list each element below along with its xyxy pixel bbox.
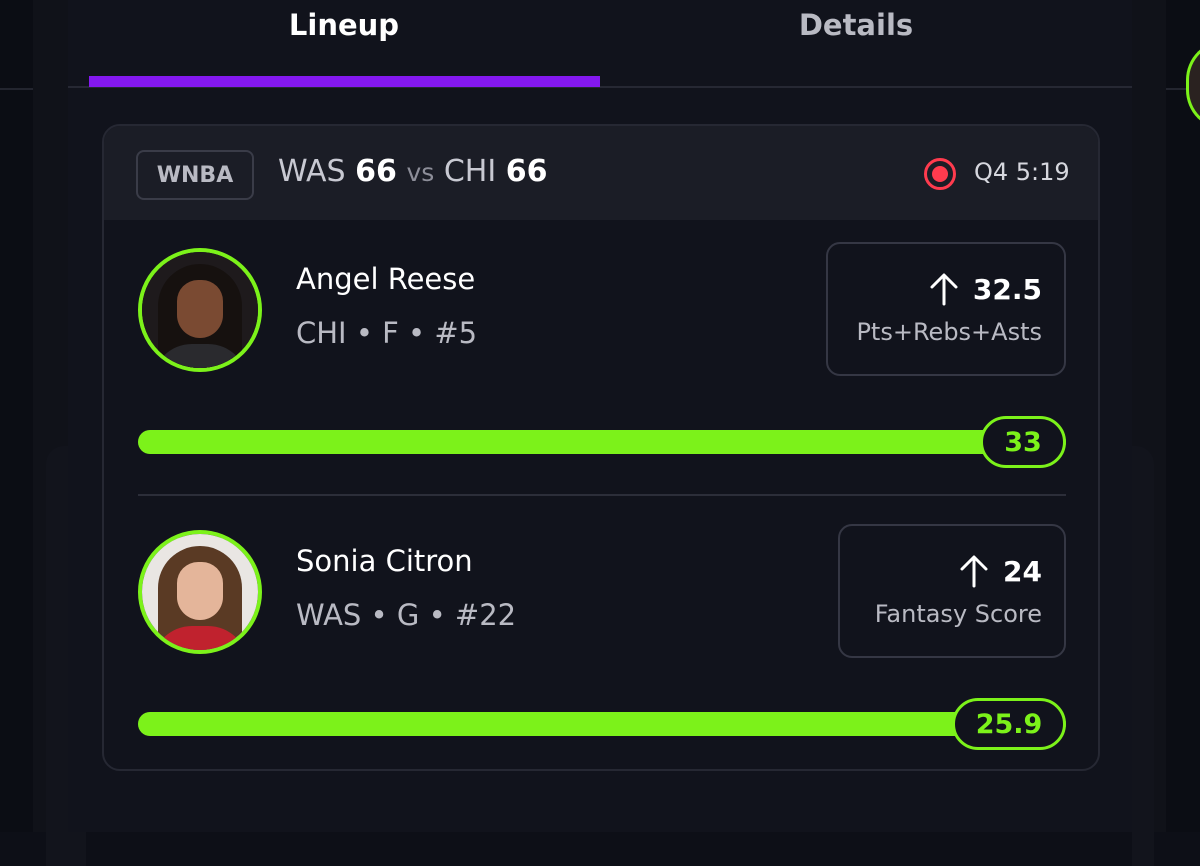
background-card-right — [1132, 446, 1154, 866]
player-row[interactable]: Sonia Citron WAS • G • #22 24 Fantasy Sc… — [104, 502, 1098, 769]
background-divider-left — [0, 88, 33, 90]
lineup-sheet: Lineup Details WNBA WAS 66 vs CHI 66 Q4 … — [68, 0, 1132, 832]
home-team: CHI — [443, 154, 497, 189]
background-panel-right — [1132, 0, 1200, 866]
background-avatar-right — [1186, 40, 1200, 130]
entry-card: WNBA WAS 66 vs CHI 66 Q4 5:19 Angel Rees… — [102, 124, 1100, 771]
player-team-position: CHI • F • #5 — [296, 316, 478, 350]
current-stat-badge: 25.9 — [952, 698, 1066, 750]
projection-line: 24 — [1003, 554, 1042, 588]
tab-details[interactable]: Details — [600, 8, 1112, 48]
player-avatar — [138, 530, 262, 654]
projection-box: 24 Fantasy Score — [838, 524, 1066, 658]
tab-bar: Lineup Details — [68, 0, 1132, 88]
live-record-icon — [924, 158, 956, 190]
player-avatar — [138, 248, 262, 372]
current-stat-badge: 33 — [980, 416, 1066, 468]
matchup-score: WAS 66 vs CHI 66 — [278, 154, 547, 189]
stat-type-label: Fantasy Score — [874, 600, 1042, 628]
active-tab-indicator — [89, 76, 600, 87]
away-team: WAS — [278, 154, 346, 189]
game-header: WNBA WAS 66 vs CHI 66 Q4 5:19 — [104, 126, 1098, 220]
tab-lineup[interactable]: Lineup — [88, 8, 600, 48]
arrow-up-icon — [960, 555, 988, 588]
arrow-up-icon — [930, 273, 958, 306]
player-team-position: WAS • G • #22 — [296, 598, 517, 632]
player-divider — [138, 494, 1066, 496]
stat-type-label: Pts+Rebs+Asts — [856, 318, 1042, 346]
home-score: 66 — [505, 154, 548, 189]
versus-label: vs — [406, 158, 435, 187]
projection-box: 32.5 Pts+Rebs+Asts — [826, 242, 1066, 376]
player-name: Sonia Citron — [296, 544, 473, 578]
away-score: 66 — [355, 154, 397, 189]
player-name: Angel Reese — [296, 262, 476, 296]
projection-line: 32.5 — [972, 272, 1042, 306]
progress-fill — [138, 712, 1066, 736]
game-clock: Q4 5:19 — [974, 158, 1070, 186]
league-badge: WNBA — [136, 150, 254, 200]
progress-fill — [138, 430, 1066, 454]
player-row[interactable]: Angel Reese CHI • F • #5 32.5 Pts+Rebs+A… — [104, 220, 1098, 492]
progress-bar: 33 — [138, 416, 1066, 468]
background-panel-left — [0, 0, 86, 866]
progress-bar: 25.9 — [138, 698, 1066, 750]
